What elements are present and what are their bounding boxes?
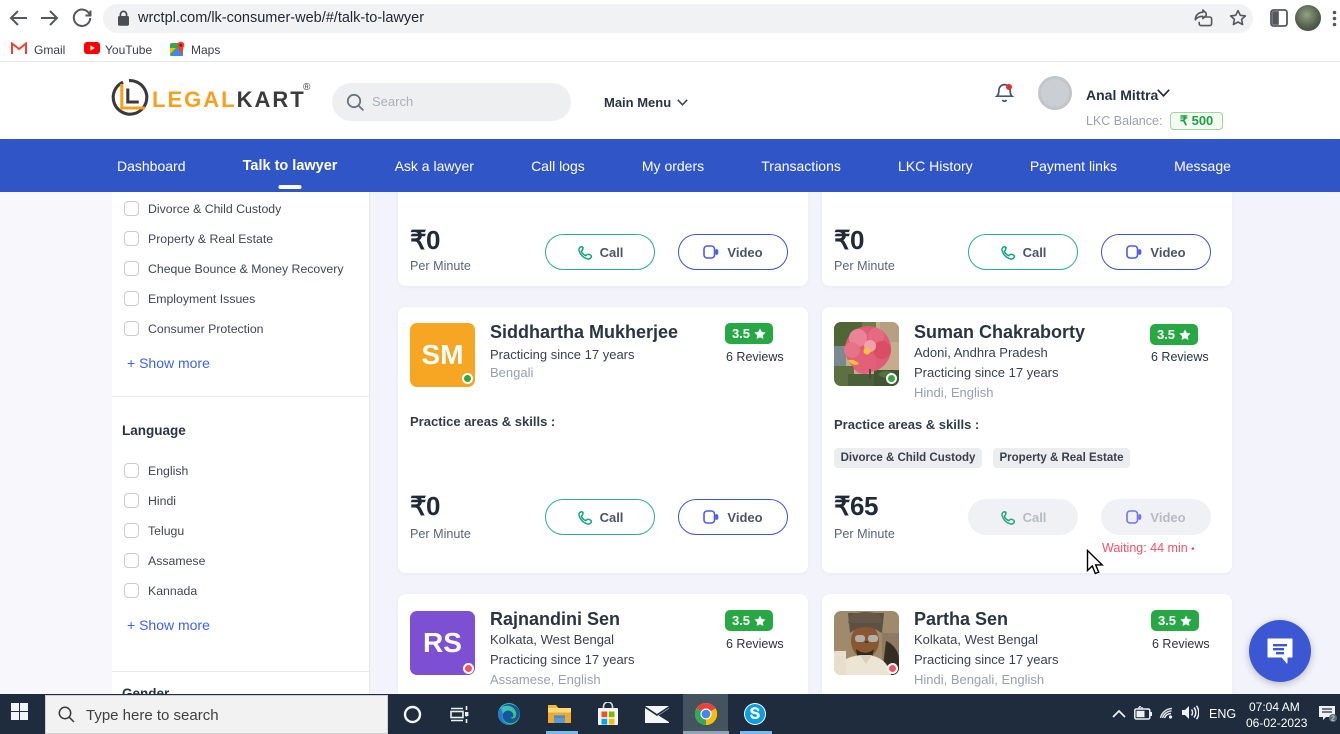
svg-text:2: 2 xyxy=(1331,715,1335,722)
